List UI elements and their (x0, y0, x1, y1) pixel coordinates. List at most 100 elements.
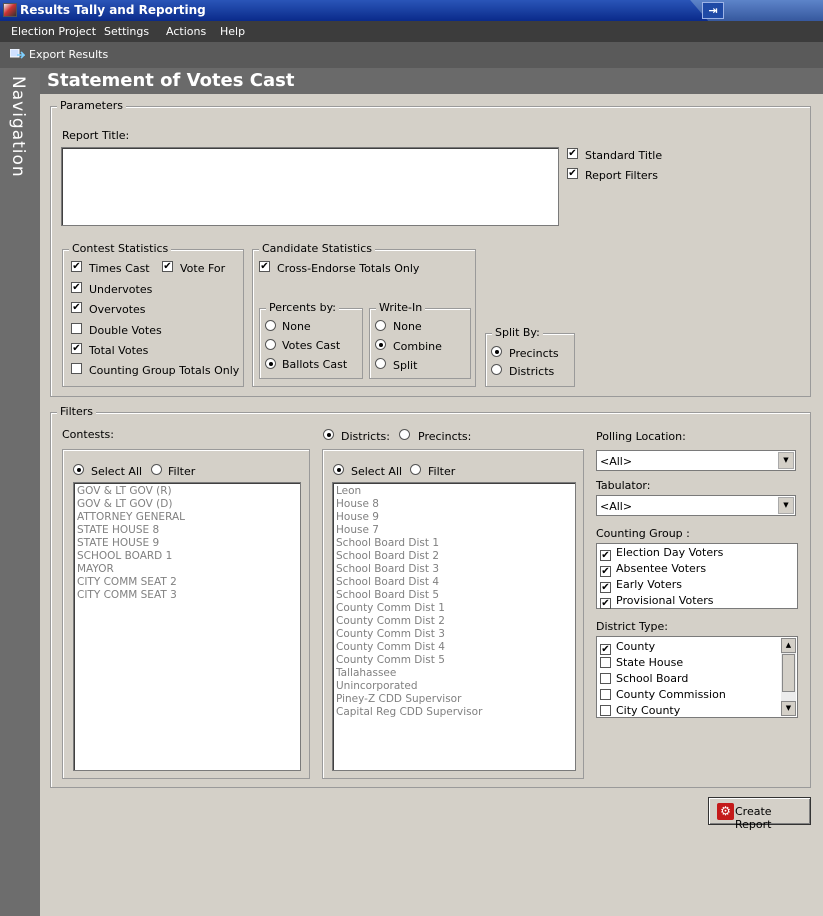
district-type-scrollbar[interactable]: ▲ ▼ (781, 638, 796, 716)
district-type-item[interactable]: City County (600, 704, 680, 717)
list-item[interactable]: GOV & LT GOV (R) (77, 485, 172, 497)
standard-title-checkbox[interactable]: ✔ (567, 148, 578, 159)
scroll-down-icon[interactable]: ▼ (781, 701, 796, 716)
polling-location-select[interactable]: <All> ▼ (596, 450, 796, 471)
checkbox[interactable]: ✔ (600, 644, 611, 655)
undervotes-checkbox[interactable]: ✔ (71, 282, 82, 293)
navigation-panel[interactable]: Navigation (0, 68, 40, 916)
list-item[interactable]: GOV & LT GOV (D) (77, 498, 172, 510)
report-filters-checkbox[interactable]: ✔ (567, 168, 578, 179)
districts-scope-radio[interactable] (323, 429, 334, 440)
counting-group-list[interactable]: ✔ Election Day Voters ✔ Absentee Voters ✔ E… (596, 543, 798, 609)
district-type-item[interactable]: ✔ County (600, 640, 655, 655)
list-item[interactable]: House 9 (336, 511, 379, 523)
write-in-combine-radio[interactable] (375, 339, 386, 350)
districts-select-all-radio[interactable] (333, 464, 344, 475)
district-type-item[interactable]: County Commission (600, 688, 726, 701)
standard-title-label: Standard Title (585, 149, 663, 162)
precincts-scope-radio[interactable] (399, 429, 410, 440)
counting-group-item[interactable]: ✔ Early Voters (600, 578, 682, 593)
list-item[interactable]: SCHOOL BOARD 1 (77, 550, 172, 562)
export-icon[interactable] (10, 49, 25, 60)
contests-list[interactable]: GOV & LT GOV (R) GOV & LT GOV (D) ATTORN… (73, 482, 301, 771)
list-item[interactable]: CITY COMM SEAT 2 (77, 576, 177, 588)
times-cast-checkbox[interactable]: ✔ (71, 261, 82, 272)
checkbox[interactable]: ✔ (600, 550, 611, 561)
menu-election-project[interactable]: Election Project (11, 25, 96, 38)
list-item[interactable]: Piney-Z CDD Supervisor (336, 693, 461, 705)
chevron-down-icon[interactable]: ▼ (778, 497, 794, 514)
districts-list[interactable]: Leon House 8 House 9 House 7 School Boar… (332, 482, 576, 771)
list-item[interactable]: ATTORNEY GENERAL (77, 511, 185, 523)
list-item[interactable]: Leon (336, 485, 361, 497)
list-item[interactable]: School Board Dist 4 (336, 576, 439, 588)
list-item[interactable]: School Board Dist 1 (336, 537, 439, 549)
menu-help[interactable]: Help (220, 25, 245, 38)
double-votes-checkbox[interactable] (71, 323, 82, 334)
scroll-thumb[interactable] (782, 654, 795, 692)
percents-ballots-cast-radio[interactable] (265, 358, 276, 369)
percents-votes-cast-radio[interactable] (265, 339, 276, 350)
overvotes-checkbox[interactable]: ✔ (71, 302, 82, 313)
split-districts-radio[interactable] (491, 364, 502, 375)
window-title: Results Tally and Reporting (20, 3, 206, 17)
list-item[interactable]: County Comm Dist 5 (336, 654, 445, 666)
districts-filter-radio[interactable] (410, 464, 421, 475)
checkbox[interactable]: ✔ (600, 566, 611, 577)
create-report-button[interactable]: ⚙ Create Report (708, 797, 811, 831)
chevron-down-icon[interactable]: ▼ (778, 452, 794, 469)
tabulator-select[interactable]: <All> ▼ (596, 495, 796, 516)
list-item[interactable]: STATE HOUSE 8 (77, 524, 159, 536)
cross-endorse-checkbox[interactable]: ✔ (259, 261, 270, 272)
report-title-input[interactable] (61, 147, 559, 226)
write-in-none-radio[interactable] (375, 320, 386, 331)
percents-none-radio[interactable] (265, 320, 276, 331)
counting-group-item[interactable]: ✔ Absentee Voters (600, 562, 706, 577)
district-type-list[interactable]: ✔ County State House School Board County … (596, 636, 798, 718)
district-type-item[interactable]: State House (600, 656, 683, 669)
list-item[interactable]: School Board Dist 5 (336, 589, 439, 601)
export-results-button[interactable]: Export Results (29, 48, 108, 61)
scroll-up-icon[interactable]: ▲ (781, 638, 796, 653)
counting-group-totals-checkbox[interactable] (71, 363, 82, 374)
navigation-label[interactable]: Navigation (8, 76, 28, 178)
districts-filter-label: Filter (428, 465, 456, 478)
counting-group-item[interactable]: ✔ Provisional Voters (600, 594, 714, 609)
write-in-split-radio[interactable] (375, 358, 386, 369)
list-item[interactable]: House 8 (336, 498, 379, 510)
list-item[interactable]: School Board Dist 2 (336, 550, 439, 562)
menu-settings[interactable]: Settings (104, 25, 149, 38)
checkbox[interactable]: ✔ (600, 598, 611, 609)
pin-icon[interactable]: ⇥ (702, 2, 724, 19)
vote-for-checkbox[interactable]: ✔ (162, 261, 173, 272)
list-item[interactable]: County Comm Dist 3 (336, 628, 445, 640)
list-item[interactable]: County Comm Dist 1 (336, 602, 445, 614)
menu-actions[interactable]: Actions (166, 25, 206, 38)
list-item[interactable]: School Board Dist 3 (336, 563, 439, 575)
district-type-item[interactable]: School Board (600, 672, 688, 685)
split-by-legend: Split By: (492, 326, 543, 339)
split-districts-label: Districts (509, 365, 555, 378)
list-item[interactable]: CITY COMM SEAT 3 (77, 589, 177, 601)
checkbox[interactable] (600, 705, 611, 716)
checkbox[interactable] (600, 689, 611, 700)
checkbox[interactable] (600, 657, 611, 668)
checkbox[interactable]: ✔ (600, 582, 611, 593)
list-item[interactable]: County Comm Dist 2 (336, 615, 445, 627)
list-item[interactable]: Tallahassee (336, 667, 396, 679)
split-precincts-radio[interactable] (491, 346, 502, 357)
list-item[interactable]: County Comm Dist 4 (336, 641, 445, 653)
list-item[interactable]: House 7 (336, 524, 379, 536)
report-title-label: Report Title: (62, 129, 130, 142)
contests-select-all-radio[interactable] (73, 464, 84, 475)
list-item[interactable]: STATE HOUSE 9 (77, 537, 159, 549)
list-item[interactable]: MAYOR (77, 563, 114, 575)
checkbox[interactable] (600, 673, 611, 684)
list-item[interactable]: Capital Reg CDD Supervisor (336, 706, 482, 718)
counting-group-item[interactable]: ✔ Election Day Voters (600, 546, 723, 561)
total-votes-checkbox[interactable]: ✔ (71, 343, 82, 354)
list-item[interactable]: Unincorporated (336, 680, 418, 692)
tabulator-label: Tabulator: (596, 479, 651, 492)
split-precincts-label: Precincts (509, 347, 559, 360)
contests-filter-radio[interactable] (151, 464, 162, 475)
